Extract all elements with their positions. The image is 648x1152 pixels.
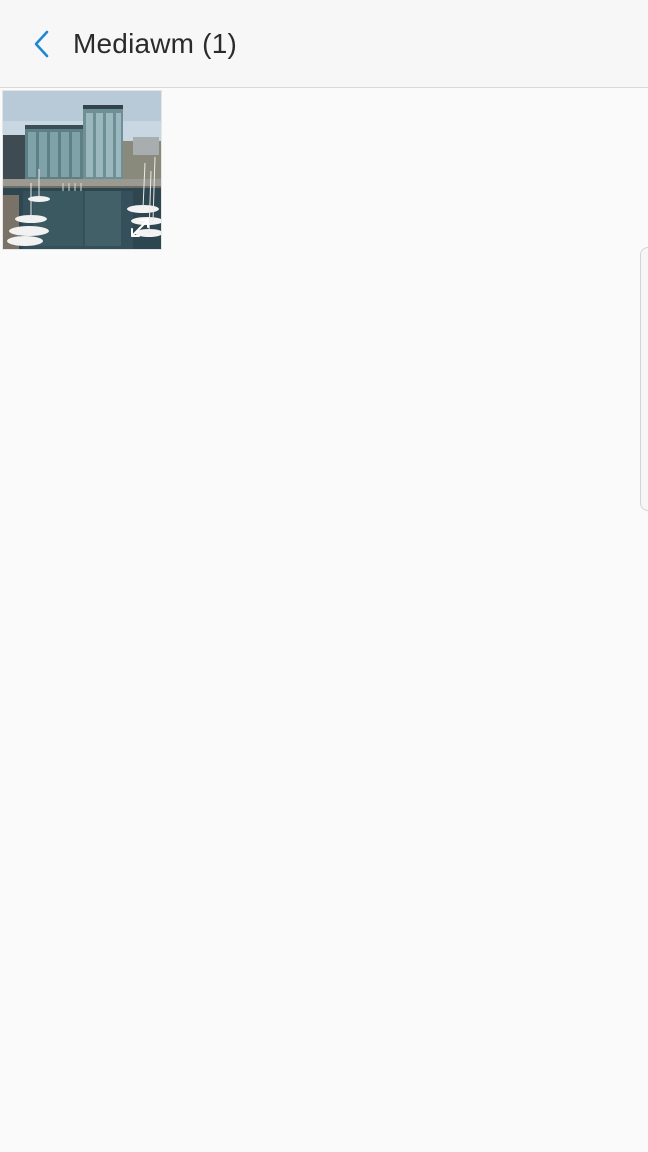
- album-title: Mediawm (1): [73, 28, 238, 59]
- media-grid: [2, 90, 162, 250]
- chevron-left-icon: [34, 30, 49, 58]
- media-thumbnail[interactable]: [2, 90, 162, 250]
- app-header: Mediawm (1): [0, 0, 648, 88]
- edge-panel-handle[interactable]: [640, 247, 648, 511]
- back-button[interactable]: [22, 24, 62, 64]
- gallery-album-screen: Mediawm (1): [0, 0, 648, 1152]
- expand-icon: [131, 219, 149, 237]
